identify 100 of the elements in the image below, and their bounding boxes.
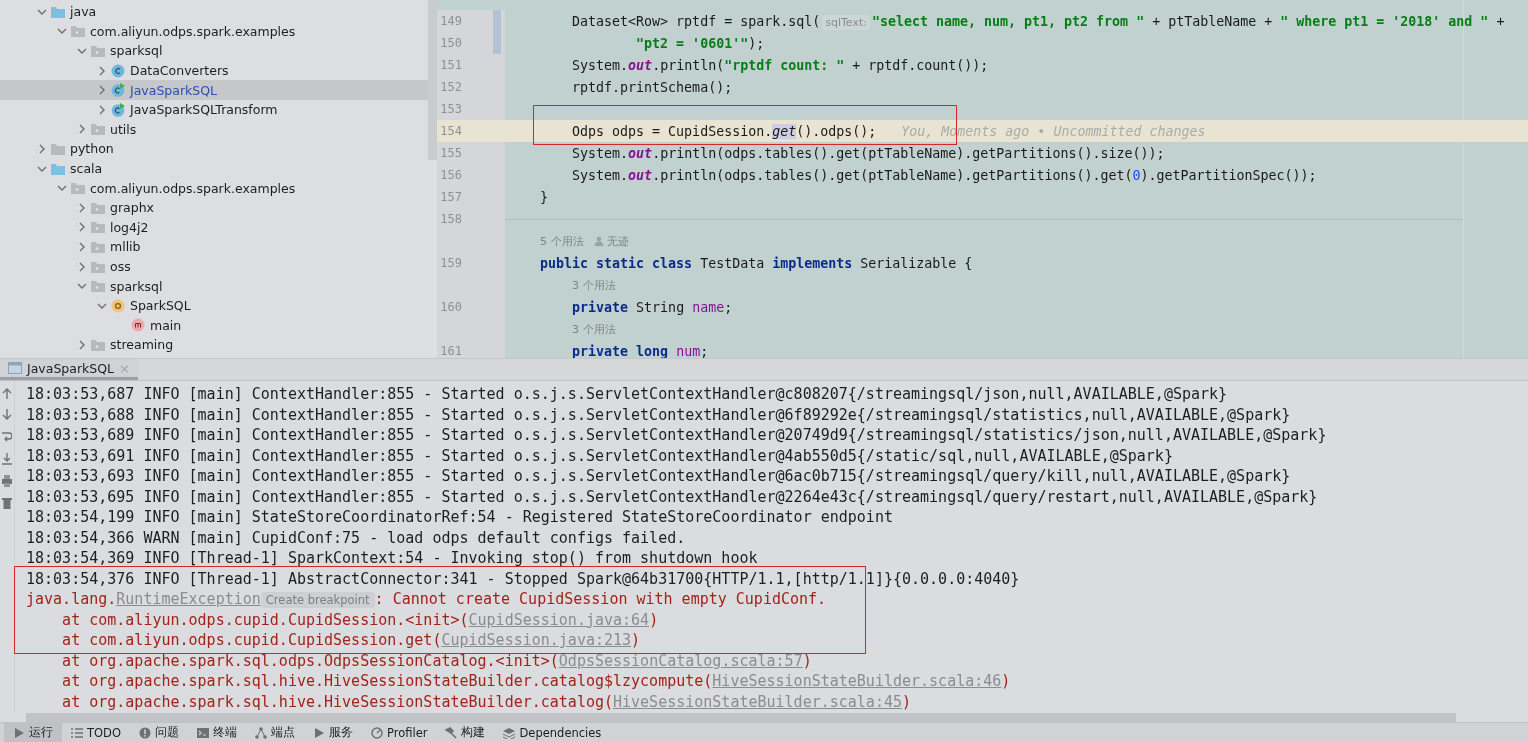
log-line: 18:03:54,199 INFO [main] StateStoreCoordinatorRef:54 - Registered StateStoreCoordinator endpoint <box>26 507 894 528</box>
tool-window-button[interactable]: 运行 <box>4 723 62 742</box>
tree-item[interactable]: mllib <box>0 237 428 257</box>
hammer-icon <box>445 726 458 739</box>
folder-icon <box>91 259 105 274</box>
code-line: System.out.println("rptdf count: " + rptdf.count()); <box>571 57 989 73</box>
tool-window-button[interactable]: 问题 <box>130 723 188 742</box>
log-line: 18:03:53,693 INFO [main] ContextHandler:855 - Started o.s.j.s.ServletContextHandler@6ac0b715{/streamingsql/query/kill,null,AVAILABLE,@Spark} <box>26 466 1292 487</box>
error-line: at org.apache.spark.sql.hive.HiveSessionStateBuilder.catalog(HiveSessionStateBuilder.scala:45) <box>61 691 912 712</box>
arrow-up-icon[interactable] <box>2 387 12 399</box>
tree-item[interactable]: SparkSQL <box>0 295 428 316</box>
line-number: 154 <box>439 124 462 138</box>
tool-window-button[interactable]: Profiler <box>362 723 437 742</box>
tree-item[interactable]: DataConverters <box>0 60 428 81</box>
list-icon <box>71 726 83 739</box>
folder-icon <box>91 200 105 215</box>
error-line: java.lang.RuntimeException Create breakpoint : Cannot create CupidSession with empty CupidConf. <box>26 589 828 610</box>
arrow-down-icon[interactable] <box>2 409 12 421</box>
tree-item[interactable]: scala <box>0 158 428 179</box>
tree-item[interactable]: graphx <box>0 197 428 218</box>
scrollbar[interactable] <box>26 713 1456 722</box>
tool-window-button[interactable]: 终端 <box>188 723 246 742</box>
line-number: 153 <box>439 102 462 116</box>
line-number: 155 <box>439 146 462 160</box>
code-line: "pt2 = '0601'"); <box>635 35 765 51</box>
code-line: private String name; <box>571 299 733 315</box>
person-icon <box>593 236 604 246</box>
wrap-icon[interactable] <box>2 431 12 443</box>
scrollbar[interactable] <box>428 0 437 160</box>
object-icon <box>111 298 125 313</box>
gauge-icon <box>371 726 383 739</box>
line-number: 161 <box>439 344 462 358</box>
line-number: 152 <box>439 80 462 94</box>
folder-icon <box>91 279 105 294</box>
line-number: 157 <box>439 190 462 204</box>
console-icon <box>8 362 22 374</box>
folder-icon <box>91 337 105 352</box>
folder-icon <box>71 181 85 196</box>
tree-item[interactable]: python <box>0 139 428 159</box>
folder-icon <box>71 24 85 39</box>
log-line: 18:03:54,366 WARN [main] CupidConf:75 - load odps default configs failed. <box>26 527 687 548</box>
code-line: System.out.println(odps.tables().get(ptTableName).getPartitions().size()); <box>571 145 1165 161</box>
tool-window-button[interactable]: TODO <box>62 723 130 742</box>
error-line: at org.apache.spark.sql.odps.OdpsSessionCatalog.<init>(OdpsSessionCatalog.scala:57) <box>61 650 813 671</box>
tree-item[interactable]: main <box>0 315 428 336</box>
tool-window-button[interactable]: 服务 <box>304 723 362 742</box>
run-tab[interactable]: JavaSparkSQL × <box>0 359 138 380</box>
line-number: 158 <box>439 212 462 226</box>
line-number: 159 <box>439 256 462 270</box>
class-icon <box>111 63 125 78</box>
tree-item[interactable]: com.aliyun.odps.spark.examples <box>0 178 428 198</box>
folder-icon <box>51 161 65 176</box>
line-number: 156 <box>439 168 462 182</box>
code-line: private long num; <box>571 343 709 358</box>
print-icon[interactable] <box>2 475 12 487</box>
log-line: 18:03:53,689 INFO [main] ContextHandler:855 - Started o.s.j.s.ServletContextHandler@20749d9{/streamingsql/statistics/json,null,AVAILABLE,@Spark} <box>26 425 1328 446</box>
line-number: 150 <box>439 36 462 50</box>
change-marker[interactable] <box>493 10 501 32</box>
tree-item[interactable]: utils <box>0 119 428 140</box>
tool-window-button[interactable]: Dependencies <box>494 723 611 742</box>
log-line: 18:03:53,691 INFO [main] ContextHandler:855 - Started o.s.j.s.ServletContextHandler@4ab550d5{/static/sql,null,AVAILABLE,@Spark} <box>26 445 1174 466</box>
line-number: 151 <box>439 58 462 72</box>
tree-item[interactable]: JavaSparkSQL <box>0 80 428 100</box>
terminal-icon <box>197 726 209 739</box>
tool-window-button[interactable]: 构建 <box>436 723 495 742</box>
class-icon <box>111 83 125 98</box>
log-line: 18:03:54,369 INFO [Thread-1] SparkContext:54 - Invoking stop() from shutdown hook <box>26 548 759 569</box>
tree-item[interactable]: sparksql <box>0 276 428 296</box>
tree-item[interactable]: oss <box>0 256 428 277</box>
tool-window-button[interactable]: 端点 <box>246 723 304 742</box>
folder-icon <box>51 141 65 156</box>
code-line: public static class TestData implements Serializable { <box>539 255 973 271</box>
code-line: Dataset<Row> rptdf = spark.sql( sqlText: "select name, num, pt1, pt2 from " + ptTableName + " where pt1 = '2018' and " + <box>571 13 1505 29</box>
code-line: System.out.println(odps.tables().get(ptTableName).getPartitions().get(0).getPartitionSpec()); <box>571 167 1317 183</box>
class-icon <box>111 102 125 117</box>
method-icon <box>131 318 145 333</box>
error-line: at org.apache.spark.sql.hive.HiveSessionStateBuilder.catalog$lzycompute(HiveSessionStateBuilder.scala:46) <box>61 671 1012 692</box>
tree-item[interactable]: java <box>0 2 428 22</box>
code-line: } <box>539 189 549 205</box>
folder-icon <box>91 239 105 254</box>
tree-item[interactable]: log4j2 <box>0 217 428 238</box>
tree-item[interactable]: sparksql <box>0 41 428 61</box>
log-line: 18:03:53,687 INFO [main] ContextHandler:855 - Started o.s.j.s.ServletContextHandler@c808207{/streamingsql/json,null,AVAILABLE,@Spark} <box>26 384 1229 405</box>
alert-icon <box>139 726 151 739</box>
folder-icon <box>91 122 105 137</box>
error-line: at com.aliyun.odps.cupid.CupidSession.<init>(CupidSession.java:64) <box>61 609 660 630</box>
play-icon <box>13 726 25 739</box>
error-line: at com.aliyun.odps.cupid.CupidSession.get(CupidSession.java:213) <box>61 630 642 651</box>
tree-item[interactable]: JavaSparkSQLTransform <box>0 99 428 120</box>
line-number: 160 <box>439 300 462 314</box>
log-line: 18:03:53,695 INFO [main] ContextHandler:855 - Started o.s.j.s.ServletContextHandler@2264e43c{/streamingsql/query/restart,null,AVAILABLE,@Spark} <box>26 486 1319 507</box>
change-marker[interactable] <box>493 32 501 54</box>
layers-icon <box>503 726 516 739</box>
line-number: 149 <box>439 14 462 28</box>
trash-icon[interactable] <box>2 497 12 509</box>
play-icon <box>313 726 325 739</box>
tree-item[interactable]: streaming <box>0 335 428 355</box>
scroll-to-end-icon[interactable] <box>2 453 12 465</box>
tree-item[interactable]: com.aliyun.odps.spark.examples <box>0 21 428 42</box>
author-name: 无迹 <box>606 233 629 249</box>
